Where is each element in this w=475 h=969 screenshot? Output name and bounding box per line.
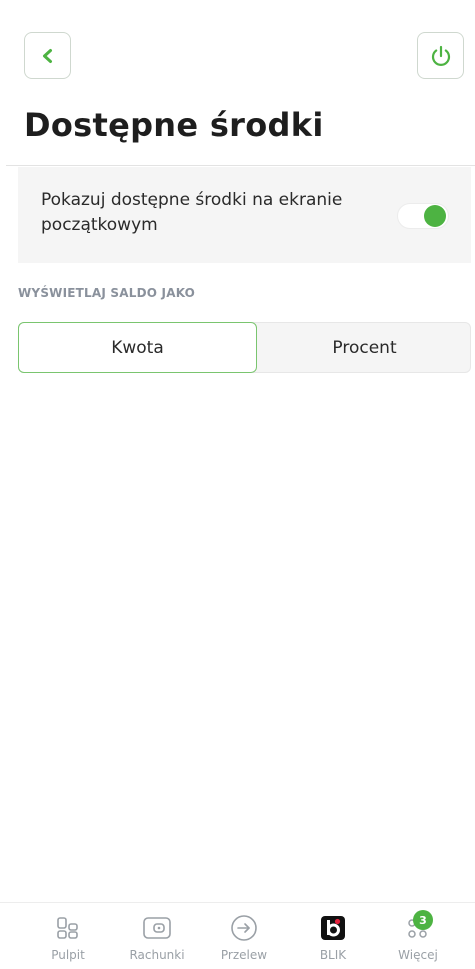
nav-label-wiecej: Więcej (398, 948, 438, 962)
bottom-nav: Pulpit Rachunki Przelew BLIK 3 Więcej (0, 902, 475, 969)
nav-item-pulpit[interactable]: Pulpit (28, 903, 108, 969)
power-icon (431, 45, 450, 66)
blik-icon (321, 916, 345, 940)
segment-procent[interactable]: Procent (257, 322, 472, 373)
toggle-knob (424, 205, 446, 227)
nav-item-przelew[interactable]: Przelew (204, 903, 284, 969)
show-balance-label: Pokazuj dostępne środki na ekranie począ… (41, 190, 343, 235)
dashboard-icon (57, 917, 78, 939)
notification-badge: 3 (413, 910, 433, 930)
nav-label-pulpit: Pulpit (51, 948, 85, 962)
title-divider (6, 165, 475, 166)
nav-item-blik[interactable]: BLIK (293, 903, 373, 969)
balance-display-section-label: WYŚWIETLAJ SALDO JAKO (18, 286, 196, 300)
show-balance-toggle[interactable] (397, 203, 449, 229)
page-title: Dostępne środki (24, 106, 324, 144)
transfer-icon (231, 915, 257, 941)
balance-display-segmented-control: Kwota Procent (18, 322, 471, 373)
wallet-icon (143, 917, 171, 939)
segment-kwota[interactable]: Kwota (18, 322, 257, 373)
back-button[interactable] (24, 32, 71, 79)
logout-button[interactable] (417, 32, 464, 79)
nav-label-przelew: Przelew (220, 948, 268, 962)
show-balance-setting: Pokazuj dostępne środki na ekranie począ… (18, 167, 471, 263)
chevron-left-icon (42, 48, 52, 63)
nav-item-wiecej[interactable]: 3 Więcej (378, 903, 458, 969)
nav-item-rachunki[interactable]: Rachunki (117, 903, 197, 969)
screen: Dostępne środki Pokazuj dostępne środki … (0, 0, 475, 969)
nav-label-rachunki: Rachunki (129, 948, 185, 962)
nav-label-blik: BLIK (319, 948, 347, 962)
